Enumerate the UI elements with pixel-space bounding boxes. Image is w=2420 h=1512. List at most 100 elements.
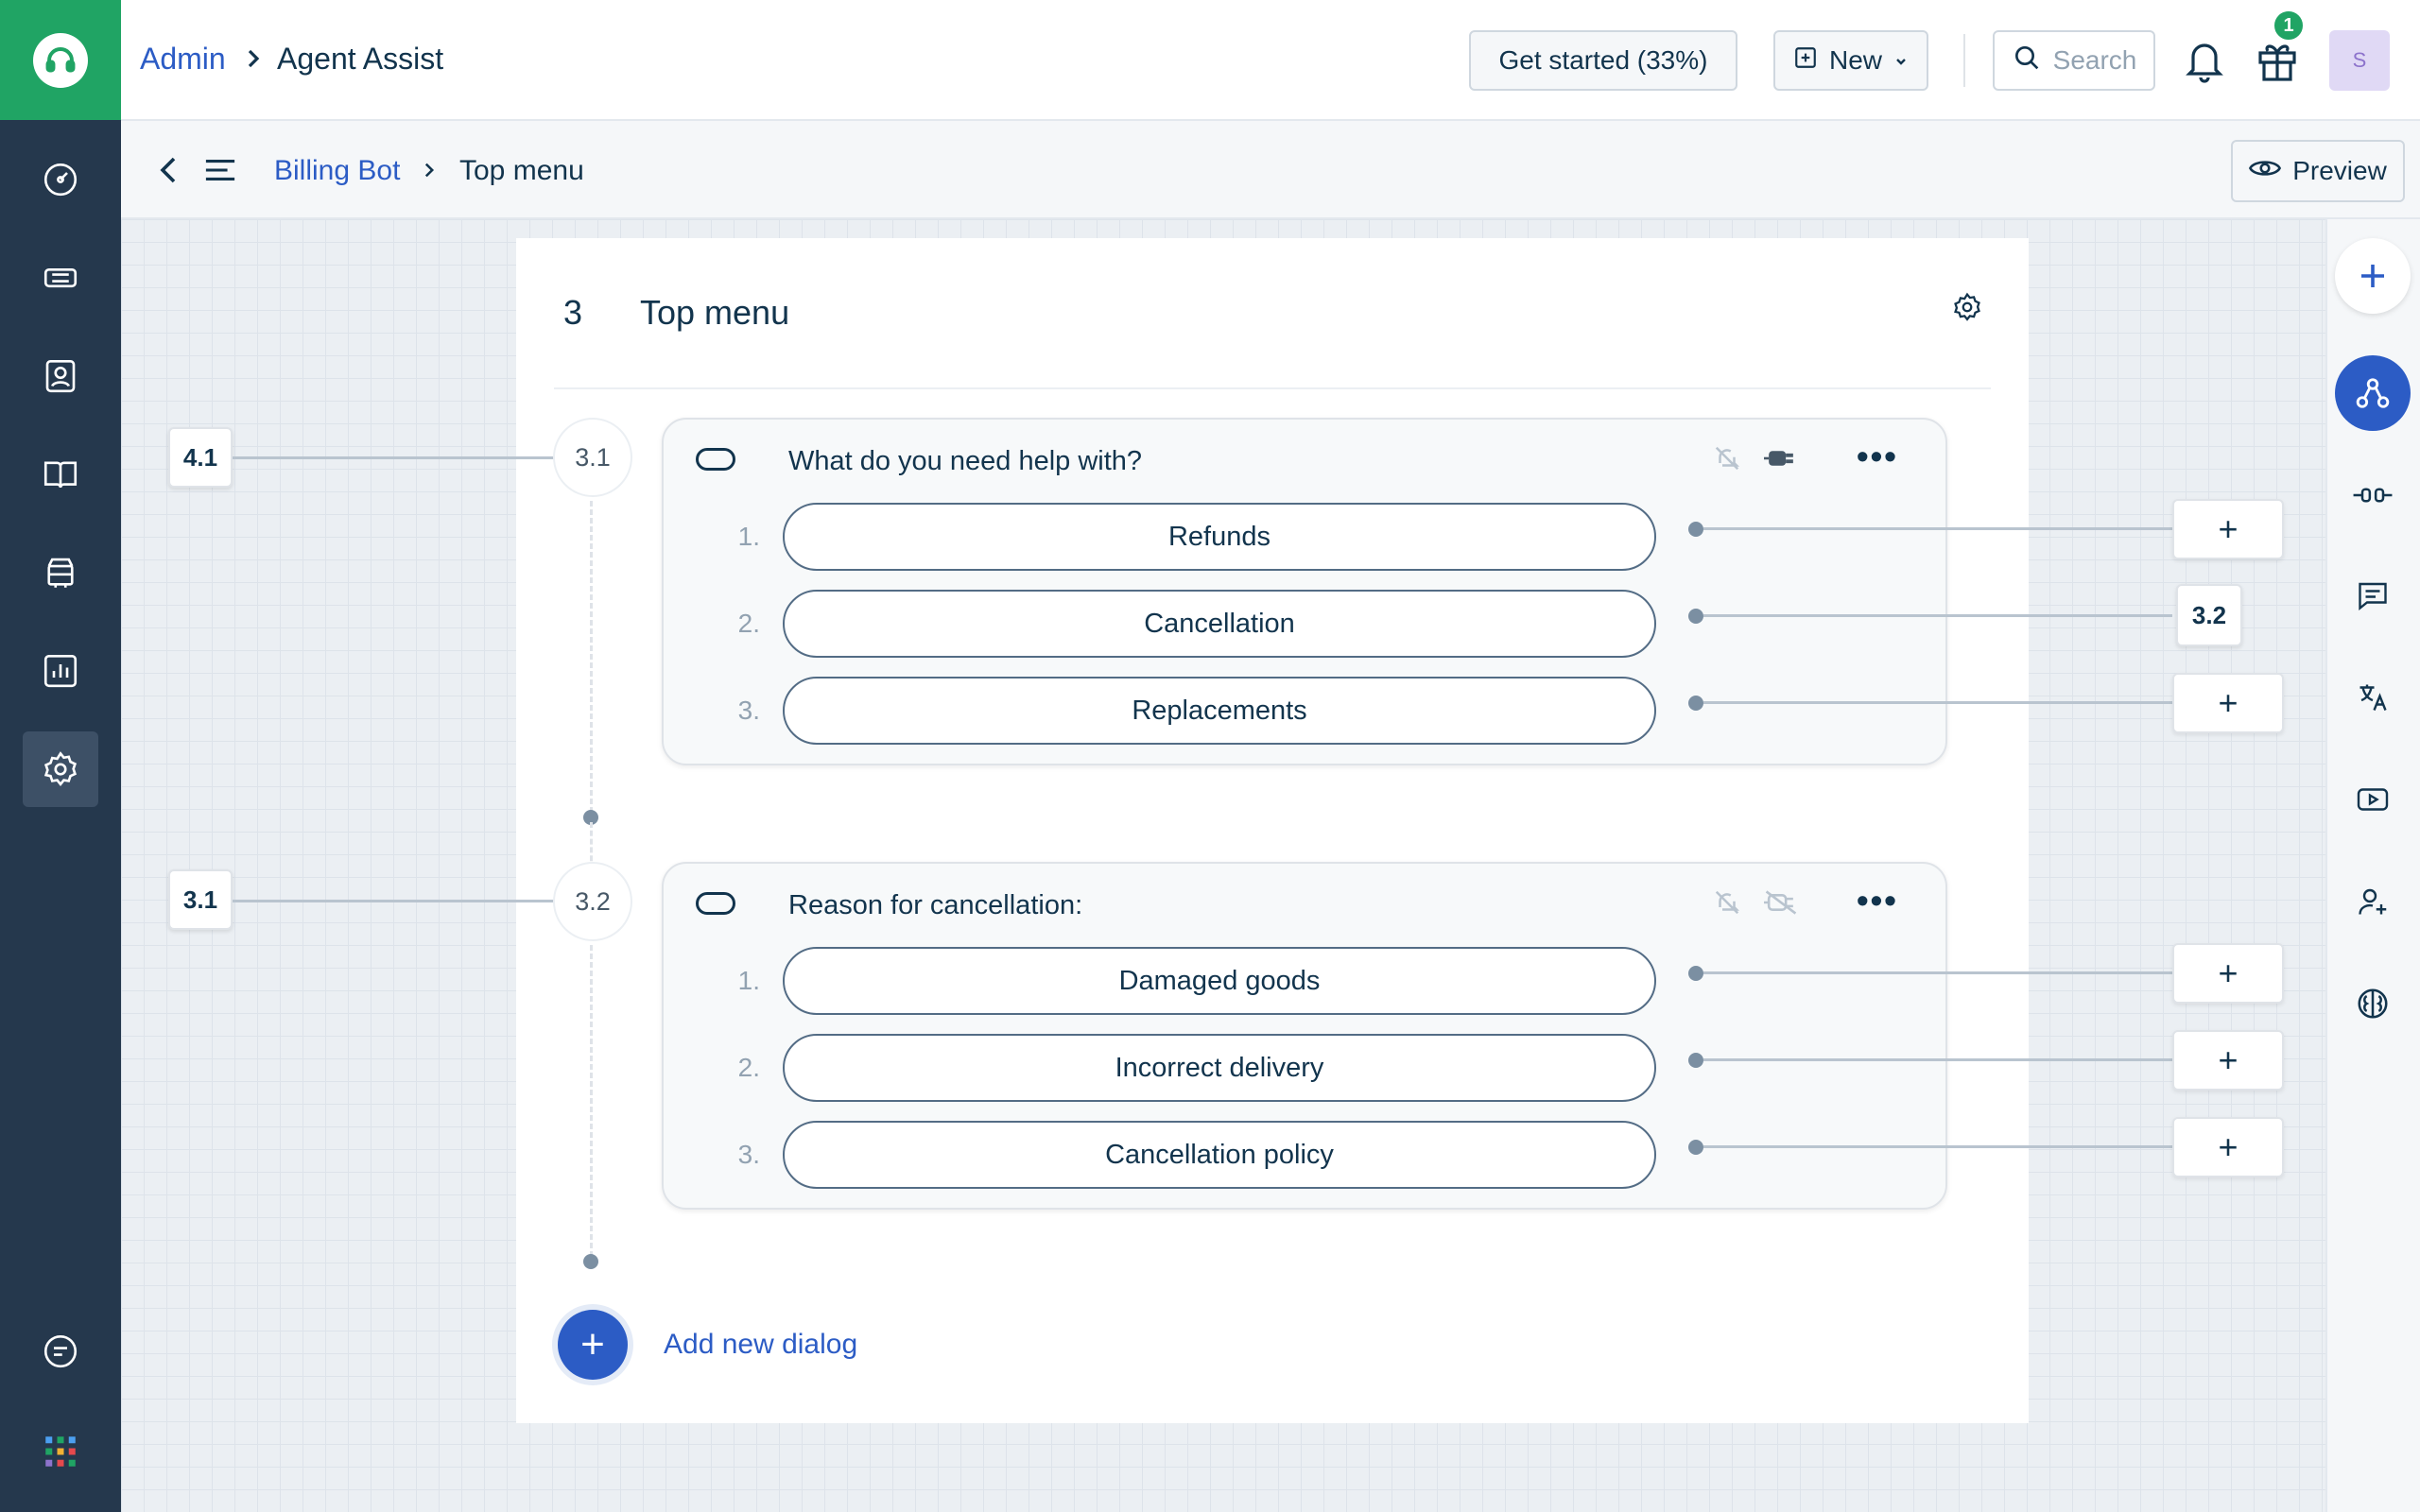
option-number: 2.: [737, 1053, 760, 1082]
option-label: Replacements: [1132, 695, 1307, 726]
option-number: 1.: [737, 966, 760, 995]
flow-structure-button[interactable]: [2335, 355, 2411, 431]
option-link: [1703, 971, 2172, 974]
option-link: [1703, 701, 2172, 704]
option-port[interactable]: [1688, 609, 1703, 624]
option-number: 1.: [737, 522, 760, 551]
knowledge-base-icon[interactable]: [23, 437, 98, 512]
add-target-button[interactable]: +: [2172, 673, 2284, 733]
translate-icon[interactable]: [2352, 677, 2394, 718]
incoming-ref-badge[interactable]: 4.1: [168, 427, 233, 488]
add-dialog-button[interactable]: +: [558, 1310, 628, 1380]
top-header: Admin Agent Assist Get started (33%) New…: [121, 0, 2420, 121]
option-label: Refunds: [1167, 521, 1270, 552]
gear-icon[interactable]: [1951, 291, 1983, 328]
connector-icon[interactable]: [2352, 474, 2394, 516]
plus-icon: +: [580, 1321, 605, 1367]
apps-grid-icon[interactable]: [23, 1414, 98, 1489]
target-ref-label: 3.2: [2191, 600, 2227, 629]
option-button[interactable]: Cancellation: [783, 590, 1656, 658]
get-started-button[interactable]: Get started (33%): [1469, 30, 1737, 91]
option-button[interactable]: Incorrect delivery: [783, 1034, 1656, 1102]
brain-icon[interactable]: [2352, 983, 2394, 1024]
search-input[interactable]: Search: [1993, 30, 2155, 91]
breadcrumb-bot[interactable]: Billing Bot: [274, 155, 400, 187]
add-node-button[interactable]: [2335, 238, 2411, 314]
back-chevron-icon[interactable]: [159, 155, 178, 190]
left-nav: [0, 0, 121, 1512]
add-target-button[interactable]: +: [2172, 943, 2284, 1004]
video-icon[interactable]: [2352, 779, 2394, 820]
option-port[interactable]: [1688, 1140, 1703, 1155]
more-options-icon[interactable]: •••: [1857, 437, 1898, 476]
new-button[interactable]: New: [1773, 30, 1928, 91]
option-button[interactable]: Refunds: [783, 503, 1656, 571]
more-options-icon[interactable]: •••: [1857, 881, 1898, 920]
target-ref-badge[interactable]: 3.2: [2176, 584, 2242, 646]
add-target-button[interactable]: +: [2172, 1117, 2284, 1177]
step-number: 3.1: [553, 418, 632, 497]
add-target-label: +: [2218, 509, 2238, 548]
step-number: 3.2: [553, 862, 632, 941]
message-icon[interactable]: [2352, 575, 2394, 616]
panel-title: Top menu: [640, 293, 790, 332]
option-port[interactable]: [1688, 966, 1703, 981]
option-number: 3.: [737, 696, 760, 725]
panel-number: 3: [563, 293, 583, 332]
option-link: [1703, 1058, 2172, 1061]
add-target-button[interactable]: +: [2172, 499, 2284, 559]
option-label: Cancellation: [1144, 608, 1295, 639]
add-dialog-link[interactable]: Add new dialog: [664, 1329, 857, 1361]
breadcrumb-admin[interactable]: Admin: [140, 42, 226, 77]
sub-header: Billing Bot Top menu Preview: [121, 121, 2420, 219]
bell-icon[interactable]: [2182, 36, 2227, 90]
option-button[interactable]: Damaged goods: [783, 947, 1656, 1015]
add-agent-icon[interactable]: [2352, 881, 2394, 922]
option-link: [1703, 527, 2172, 530]
add-target-label: +: [2218, 683, 2238, 722]
flow-dot: [583, 1254, 598, 1269]
contacts-icon[interactable]: [23, 338, 98, 414]
option-port[interactable]: [1688, 522, 1703, 537]
dialog-question[interactable]: Reason for cancellation:: [788, 890, 1082, 921]
chevron-down-icon: [1893, 45, 1909, 76]
preview-button[interactable]: Preview: [2231, 140, 2405, 202]
incoming-ref-badge[interactable]: 3.1: [168, 869, 233, 930]
step-label: 3.2: [575, 886, 611, 916]
option-label: Damaged goods: [1118, 965, 1321, 996]
plug-icon[interactable]: [1764, 444, 1798, 477]
headset-icon: [33, 32, 88, 88]
header-divider: [1963, 34, 1965, 87]
tickets-icon[interactable]: [23, 240, 98, 316]
dialog-question[interactable]: What do you need help with?: [788, 446, 1142, 477]
option-button[interactable]: Cancellation policy: [783, 1121, 1656, 1189]
flow-connector: [590, 945, 593, 1257]
search-icon: [2012, 43, 2042, 79]
flow-connector: [590, 501, 593, 813]
option-button[interactable]: Replacements: [783, 677, 1656, 745]
page-title: Agent Assist: [277, 42, 444, 76]
add-target-button[interactable]: +: [2172, 1030, 2284, 1091]
add-target-label: +: [2218, 1127, 2238, 1166]
preview-label: Preview: [2292, 156, 2387, 185]
chat-icon[interactable]: [23, 1314, 98, 1389]
get-started-label: Get started (33%): [1498, 45, 1708, 75]
mute-icon[interactable]: [1713, 888, 1741, 921]
analytics-icon[interactable]: [23, 633, 98, 709]
option-port[interactable]: [1688, 696, 1703, 711]
add-target-label: +: [2218, 1040, 2238, 1079]
settings-icon[interactable]: [23, 731, 98, 807]
option-port[interactable]: [1688, 1053, 1703, 1068]
panel-divider: [554, 387, 1991, 389]
app-logo[interactable]: [0, 0, 121, 120]
new-label: New: [1828, 45, 1882, 75]
notification-badge: 1: [2273, 9, 2305, 42]
menu-lines-icon[interactable]: [204, 157, 236, 188]
assets-icon[interactable]: [23, 535, 98, 610]
gift-icon[interactable]: [2254, 36, 2301, 90]
add-target-label: +: [2218, 954, 2238, 992]
avatar[interactable]: S: [2329, 30, 2390, 91]
plug-off-icon[interactable]: [1764, 888, 1798, 921]
dashboard-icon[interactable]: [23, 142, 98, 217]
mute-icon[interactable]: [1713, 444, 1741, 477]
